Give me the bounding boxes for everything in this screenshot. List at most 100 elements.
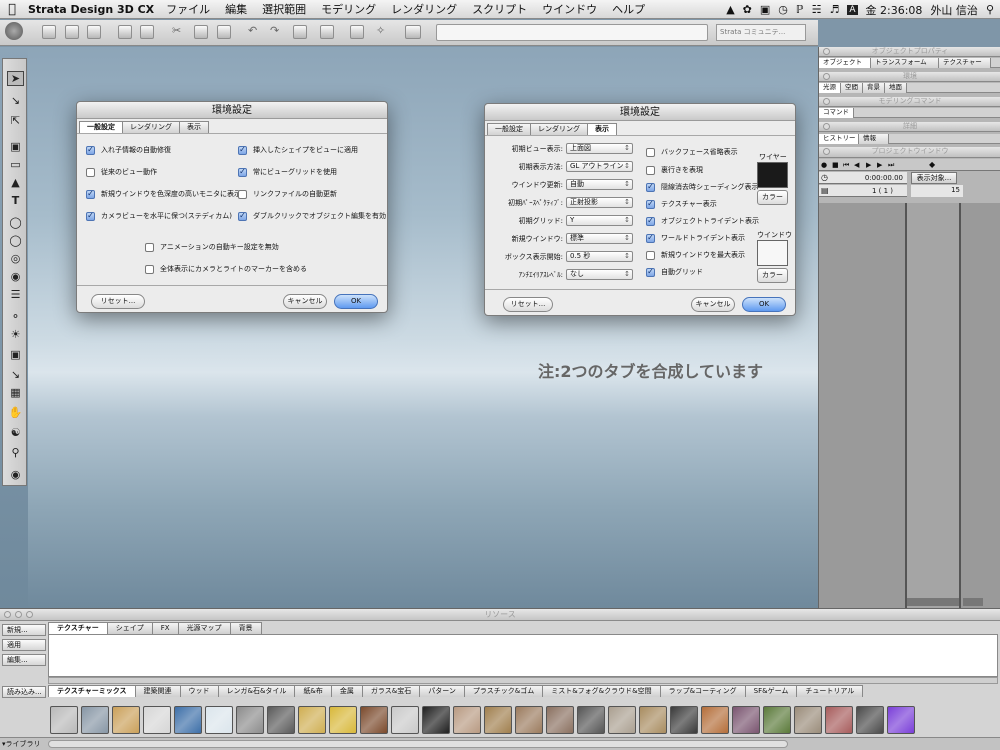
bluetooth-icon[interactable]: ℙ [796, 3, 804, 16]
tab-rendering[interactable]: レンダリング [122, 121, 180, 133]
lib-tab-texture-mix[interactable]: テクスチャーミックス [48, 685, 136, 697]
option-steadicam[interactable]: ✓ カメラビューを水平に保つ(ステディカム) [86, 211, 232, 221]
tab-background[interactable]: 背景 [229, 622, 262, 634]
tab-info[interactable]: 情報 [859, 134, 889, 144]
lathe-icon[interactable]: ◯ [7, 233, 24, 248]
frame-field[interactable]: 1 ( 1 ) [872, 187, 893, 195]
object-properties-header[interactable]: オブジェクトプロパティ [819, 47, 1000, 57]
texture-thumbnail[interactable] [794, 705, 822, 734]
photoshop-icon[interactable] [140, 25, 154, 39]
option-maximize-new-window[interactable]: 新規ウインドウを最大表示 [646, 250, 745, 260]
checkbox[interactable]: ✓ [238, 145, 247, 155]
close-icon[interactable] [823, 98, 830, 105]
grid-tool-icon[interactable]: ▦ [7, 385, 24, 400]
checkbox[interactable]: ✓ [646, 267, 655, 277]
tab-general[interactable]: 一般設定 [487, 123, 531, 135]
timecode-field[interactable]: 0:00:00.00 [865, 174, 903, 182]
paste-icon[interactable] [217, 25, 231, 39]
texture-thumbnail[interactable] [484, 705, 512, 734]
option-world-trident[interactable]: ✓ ワールドトライデント表示 [646, 233, 745, 243]
select-initial-view[interactable]: 上面図 [566, 143, 633, 154]
tab-display[interactable]: 表示 [587, 123, 617, 135]
minimize-icon[interactable] [15, 611, 22, 618]
checkbox[interactable]: ✓ [86, 145, 95, 155]
wire-color-button[interactable]: カラー [757, 190, 788, 205]
option-double-click-edit[interactable]: ✓ ダブルクリックでオブジェクト編集を有効 [238, 211, 386, 221]
spotlight-icon[interactable]: ⚲ [986, 3, 994, 16]
texture-thumbnail[interactable] [763, 705, 791, 734]
texture-thumbnail[interactable] [329, 705, 357, 734]
display-target-button[interactable]: 表示対象... [911, 172, 957, 184]
option-show-depth[interactable]: 裏行きを表現 [646, 165, 703, 175]
move-icon[interactable]: ⇱ [7, 113, 24, 128]
text-icon[interactable]: T [7, 193, 24, 208]
texture-thumbnail[interactable] [174, 705, 202, 734]
checkbox[interactable]: ✓ [238, 211, 247, 221]
ok-button[interactable]: OK [334, 294, 378, 309]
snap-icon[interactable]: ✧ [376, 24, 385, 37]
select-point-icon[interactable]: ↘ [7, 93, 24, 108]
cancel-button[interactable]: キャンセル [691, 297, 735, 312]
rewind-icon[interactable]: ⏮ [843, 161, 849, 170]
ok-button[interactable]: OK [742, 297, 786, 312]
close-icon[interactable] [823, 148, 830, 155]
option-hidden-line-shading[interactable]: ✓ 隠線消去時シェーディング表示 [646, 182, 759, 192]
close-icon[interactable] [823, 123, 830, 130]
tab-general[interactable]: 一般設定 [79, 121, 123, 133]
menubar-clock[interactable]: 金 2:36:08 [866, 2, 923, 18]
tab-texture[interactable]: テクスチャー [939, 58, 991, 68]
texture-thumbnail[interactable] [515, 705, 543, 734]
lib-tab-metal[interactable]: 金属 [330, 685, 363, 697]
load-library-button[interactable]: 読み込み... [2, 686, 46, 698]
option-include-markers[interactable]: 全体表示にカメラとライトのマーカーを含める [145, 264, 307, 274]
texture-thumbnail[interactable] [887, 705, 915, 734]
redo-icon[interactable]: ↷ [270, 24, 279, 37]
tab-rendering[interactable]: レンダリング [530, 123, 588, 135]
texture-thumbnail[interactable] [825, 705, 853, 734]
apple-menu-icon[interactable]:  [0, 2, 24, 17]
ungroup-icon[interactable] [320, 25, 334, 39]
tab-object[interactable]: オブジェクト [819, 58, 871, 68]
mesh-icon[interactable]: ☰ [7, 287, 24, 302]
community-combo[interactable]: Strata コミュニテ... [716, 24, 806, 41]
close-icon[interactable] [823, 48, 830, 55]
tab-texture[interactable]: テクスチャー [48, 622, 108, 634]
lib-tab-brick[interactable]: レンガ&石&タイル [217, 685, 296, 697]
cube-icon[interactable]: ▣ [7, 139, 24, 154]
spotlight-tool-icon[interactable]: ☀ [7, 327, 24, 342]
lib-tab-mist-fog[interactable]: ミスト&フォグ&クラウド&空間 [542, 685, 661, 697]
close-icon[interactable] [4, 611, 11, 618]
reset-button[interactable]: リセット... [91, 294, 145, 309]
texture-thumbnail[interactable] [670, 705, 698, 734]
texture-thumbnail[interactable] [422, 705, 450, 734]
new-resource-button[interactable]: 新規... [2, 624, 46, 636]
texture-thumbnail[interactable] [546, 705, 574, 734]
zoom-icon[interactable]: ⚲ [7, 445, 24, 460]
checkbox[interactable] [238, 189, 247, 199]
time-machine-icon[interactable]: ◷ [778, 3, 788, 16]
checkbox[interactable]: ✓ [646, 182, 655, 192]
strata-logo-icon[interactable] [5, 22, 23, 40]
texture-thumbnail[interactable] [732, 705, 760, 734]
modeling-command-header[interactable]: モデリングコマンド [819, 97, 1000, 107]
light-bulb-icon[interactable]: ⚬ [7, 309, 24, 324]
lib-tab-glass-gem[interactable]: ガラス&宝石 [361, 685, 421, 697]
path-extrude-icon[interactable]: ◉ [7, 269, 24, 284]
texture-thumbnail[interactable] [360, 705, 388, 734]
play-icon[interactable]: ▶ [866, 161, 871, 169]
select-display-method[interactable]: GL アウトライン [566, 161, 633, 172]
menu-edit[interactable]: 編集 [225, 1, 247, 17]
input-menu-icon[interactable]: A [847, 4, 858, 15]
lib-tab-pattern[interactable]: パターン [419, 685, 465, 697]
measure-icon[interactable]: ↘ [7, 367, 24, 382]
environment-header[interactable]: 環境 [819, 72, 1000, 82]
volume-icon[interactable]: ♬ [829, 3, 839, 16]
checkbox[interactable] [86, 167, 95, 177]
select-arrow-icon[interactable]: ➤ [7, 71, 24, 86]
rectangle-icon[interactable]: ▭ [7, 157, 24, 172]
resource-scrollbar[interactable] [48, 677, 998, 684]
camera-icon[interactable]: ▣ [7, 347, 24, 362]
hand-icon[interactable]: ✋ [7, 405, 24, 420]
cancel-button[interactable]: キャンセル [283, 294, 327, 309]
window-color-swatch[interactable] [757, 240, 788, 266]
